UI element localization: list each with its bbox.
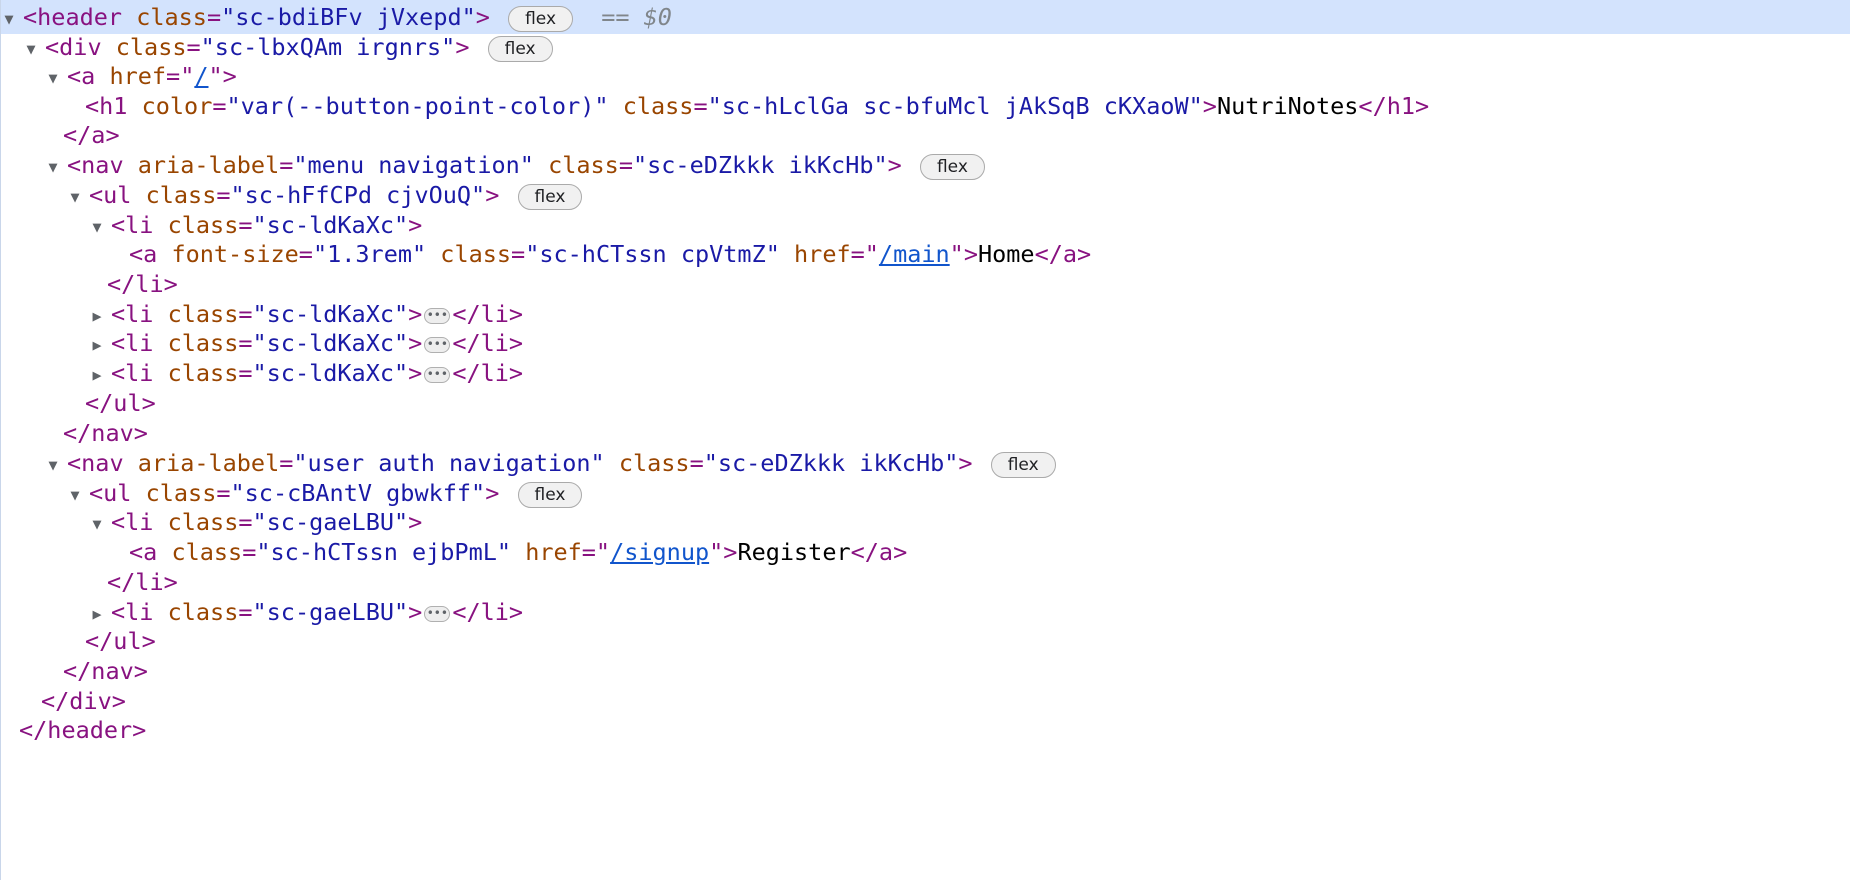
node-close-li[interactable]: </li> xyxy=(1,565,1850,599)
ellipsis-expand-button[interactable]: ••• xyxy=(424,336,451,353)
node-home-link[interactable]: <a font-size="1.3rem" class="sc-hCTssn c… xyxy=(1,237,1850,271)
elements-tree: ▼ <header class="sc-bdiBFv jVxepd"> flex … xyxy=(0,0,1850,880)
node-close-header[interactable]: </header> xyxy=(1,713,1850,747)
node-text: Home xyxy=(977,240,1035,268)
selected-node-marker: == $0 xyxy=(601,3,672,31)
node-register-link[interactable]: <a class="sc-hCTssn ejbPmL" href="/signu… xyxy=(1,535,1850,569)
flex-badge[interactable]: flex xyxy=(508,5,574,32)
node-close-li[interactable]: </li> xyxy=(1,267,1850,301)
node-close-ul[interactable]: </ul> xyxy=(1,624,1850,658)
node-logo-link[interactable]: ▼ <a href="/"> xyxy=(1,59,1850,93)
flex-badge[interactable]: flex xyxy=(487,35,553,62)
href-link[interactable]: /main xyxy=(879,240,950,268)
flex-badge[interactable]: flex xyxy=(517,481,583,508)
node-nav-auth[interactable]: ▼ <nav aria-label="user auth navigation" … xyxy=(1,446,1850,480)
node-text: Register xyxy=(737,538,851,566)
node-close-nav[interactable]: </nav> xyxy=(1,416,1850,450)
node-close-ul[interactable]: </ul> xyxy=(1,386,1850,420)
node-text: NutriNotes xyxy=(1216,92,1359,120)
ellipsis-expand-button[interactable]: ••• xyxy=(424,366,451,383)
node-li-collapsed[interactable]: ▶ <li class="sc-ldKaXc"> ••• </li> xyxy=(1,326,1850,360)
node-li-collapsed[interactable]: ▶ <li class="sc-ldKaXc"> ••• </li> xyxy=(1,356,1850,390)
node-header[interactable]: ▼ <header class="sc-bdiBFv jVxepd"> flex … xyxy=(1,0,1850,34)
href-link[interactable]: /signup xyxy=(610,538,709,566)
flex-badge[interactable]: flex xyxy=(919,153,985,180)
ellipsis-expand-button[interactable]: ••• xyxy=(424,605,451,622)
node-li[interactable]: ▼ <li class="sc-gaeLBU"> xyxy=(1,505,1850,539)
flex-badge[interactable]: flex xyxy=(517,183,583,210)
node-nav-menu[interactable]: ▼ <nav aria-label="menu navigation" class… xyxy=(1,148,1850,182)
ellipsis-expand-button[interactable]: ••• xyxy=(424,307,451,324)
href-link[interactable]: / xyxy=(194,62,208,90)
node-close-nav[interactable]: </nav> xyxy=(1,654,1850,688)
flex-badge[interactable]: flex xyxy=(990,451,1056,478)
node-ul-menu[interactable]: ▼ <ul class="sc-hFfCPd cjvOuQ"> flex xyxy=(1,178,1850,212)
node-close-a[interactable]: </a> xyxy=(1,118,1850,152)
